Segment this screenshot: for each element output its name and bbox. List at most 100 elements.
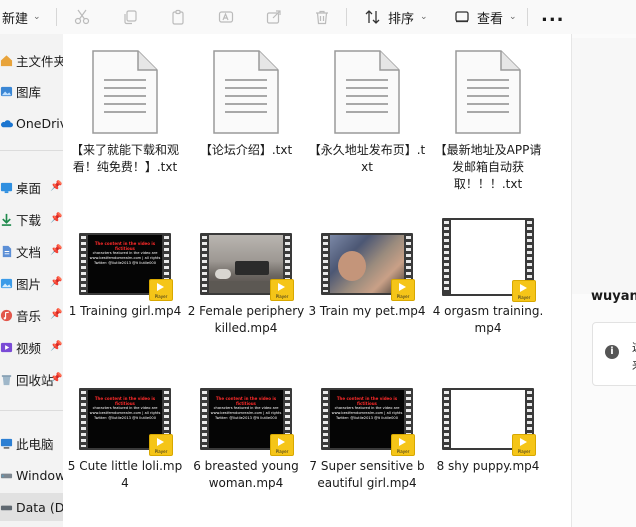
sidebar-item-documents[interactable]: 文档 📌	[0, 237, 63, 265]
sidebar-item-windows-drive[interactable]: Windows	[0, 461, 63, 489]
video-thumbnail: Player	[321, 233, 415, 301]
file-item[interactable]: 【最新地址及APP请发邮箱自动获取！！！.txt	[429, 50, 547, 193]
file-item[interactable]: Player 4 orgasm training.mp4	[429, 218, 547, 337]
sidebar-item-label: 此电脑	[16, 436, 54, 452]
sidebar-item-pictures[interactable]: 图片 📌	[0, 269, 63, 297]
file-name: 6 breasted young woman.mp4	[193, 459, 299, 490]
text-file-icon	[455, 50, 521, 134]
toolbar-separator	[346, 8, 347, 26]
file-item[interactable]: The content in the video is fictitious c…	[308, 388, 426, 492]
thumb-text: The content in the video is fictitious	[94, 241, 156, 251]
text-file-icon	[92, 50, 158, 134]
thumb-text: Twitter: @liutlie2013 @lt liutlie000	[335, 416, 398, 420]
video-thumbnail: The content in the video is fictitious c…	[79, 233, 173, 301]
video-thumbnail: The content in the video is fictitious c…	[200, 388, 294, 456]
more-options-button[interactable]: ...	[541, 7, 565, 25]
player-badge-icon: Player	[512, 280, 536, 302]
cut-icon[interactable]	[72, 7, 92, 27]
thumb-text: Twitter: @liutlie2013 @lt liutlie000	[93, 416, 156, 420]
share-icon[interactable]	[264, 7, 284, 27]
sidebar-item-label: 音乐	[16, 308, 42, 324]
thumb-text: The content in the video is fictitious	[215, 396, 277, 406]
pin-icon: 📌	[50, 213, 63, 224]
thumb-text: Twitter: @liutlie2013 @lt liutlie000	[214, 416, 277, 420]
file-item[interactable]: 【论坛介绍】.txt	[187, 50, 305, 159]
sidebar-item-data-drive[interactable]: Data (D:)	[0, 493, 63, 521]
delete-icon[interactable]	[312, 7, 332, 27]
sidebar-item-label: OneDrive	[16, 115, 63, 131]
sidebar-item-videos[interactable]: 视频 📌	[0, 333, 63, 361]
pin-icon: 📌	[50, 245, 63, 256]
toolbar-separator	[56, 8, 57, 26]
recycle-bin-icon	[1, 374, 12, 385]
view-icon	[455, 11, 469, 23]
copy-icon[interactable]	[120, 7, 140, 27]
sidebar-item-this-pc[interactable]: 此电脑	[0, 429, 63, 457]
home-icon	[0, 54, 13, 66]
view-button[interactable]: 查看 ⌄	[455, 0, 517, 34]
video-thumbnail: Player	[442, 388, 536, 456]
video-thumbnail: The content in the video is fictitious c…	[321, 388, 415, 456]
sidebar-item-music[interactable]: 音乐 📌	[0, 301, 63, 329]
file-item[interactable]: The content in the video is fictitious c…	[187, 388, 305, 492]
sidebar-item-label: Data (D:)	[16, 499, 63, 515]
sidebar-item-desktop[interactable]: 桌面 📌	[0, 173, 63, 201]
video-icon	[0, 342, 13, 352]
paste-icon[interactable]	[168, 7, 188, 27]
sidebar-separator	[0, 150, 63, 151]
gallery-icon	[0, 86, 13, 96]
sidebar-item-label: 回收站	[16, 372, 54, 388]
sort-button[interactable]: 排序 ⌄	[364, 0, 428, 34]
file-item[interactable]: 【永久地址发布页】.txt	[308, 50, 426, 176]
file-item[interactable]: 【来了就能下载和观看！纯免费！】.txt	[66, 50, 184, 176]
video-thumbnail: The content in the video is fictitious c…	[79, 388, 173, 456]
file-name: 【最新地址及APP请发邮箱自动获取！！！.txt	[434, 143, 542, 191]
chevron-down-icon: ⌄	[33, 12, 41, 22]
this-pc-icon	[0, 438, 13, 449]
file-item[interactable]: Player 3 Train my pet.mp4	[308, 233, 426, 320]
info-text: 这	[632, 339, 636, 355]
player-badge-icon: Player	[270, 434, 294, 456]
file-name: 2 Female periphery killed.mp4	[187, 304, 305, 335]
pin-icon: 📌	[50, 277, 63, 288]
info-text: 来	[632, 357, 636, 373]
file-item[interactable]: Player 8 shy puppy.mp4	[429, 388, 547, 475]
video-thumbnail: Player	[442, 218, 536, 302]
sidebar-item-label: 主文件夹	[16, 53, 63, 69]
sidebar-item-label: 桌面	[16, 180, 42, 196]
player-badge-icon: Player	[149, 434, 173, 456]
pin-icon: 📌	[50, 373, 63, 384]
view-label: 查看	[477, 11, 504, 27]
file-name: 5 Cute little loli.mp4	[67, 459, 183, 490]
cloud-icon	[0, 119, 13, 127]
new-button[interactable]: 新建 ⌄	[0, 0, 41, 34]
pin-icon: 📌	[50, 181, 63, 192]
rename-icon[interactable]	[216, 7, 236, 27]
sidebar-item-onedrive[interactable]: OneDrive	[0, 109, 63, 137]
player-badge-icon: Player	[391, 279, 415, 301]
file-item[interactable]: The content in the video is fictitious c…	[66, 388, 184, 492]
sidebar-separator	[0, 410, 63, 411]
sidebar-item-recycle-bin[interactable]: 回收站 📌	[0, 365, 63, 393]
file-item[interactable]: Player 2 Female periphery killed.mp4	[187, 233, 305, 337]
details-pane: wuyan i 这 来	[571, 34, 636, 527]
thumb-text: The content in the video is fictitious	[94, 396, 156, 406]
info-box: i 这 来	[592, 322, 636, 386]
toolbar-separator	[527, 8, 528, 26]
sidebar-item-home[interactable]: 主文件夹	[0, 46, 63, 74]
file-item[interactable]: The content in the video is fictitious c…	[66, 233, 184, 320]
desktop-icon	[0, 182, 13, 193]
picture-icon	[0, 278, 13, 288]
text-file-icon	[334, 50, 400, 134]
file-name: 7 Super sensitive beautiful girl.mp4	[309, 459, 425, 490]
chevron-down-icon: ⌄	[420, 12, 428, 22]
player-badge-icon: Player	[512, 434, 536, 456]
sidebar-item-label: 图库	[16, 84, 42, 100]
thumb-text: Twitter: @liutlie2013 @lt liutlie000	[93, 261, 156, 265]
file-name: 1 Training girl.mp4	[68, 304, 182, 318]
file-name: 【永久地址发布页】.txt	[308, 143, 426, 174]
sidebar-item-gallery[interactable]: 图库	[0, 77, 63, 105]
pin-icon: 📌	[50, 309, 63, 320]
file-name: 【来了就能下载和观看！纯免费！】.txt	[70, 143, 179, 174]
sidebar-item-downloads[interactable]: 下载 📌	[0, 205, 63, 233]
